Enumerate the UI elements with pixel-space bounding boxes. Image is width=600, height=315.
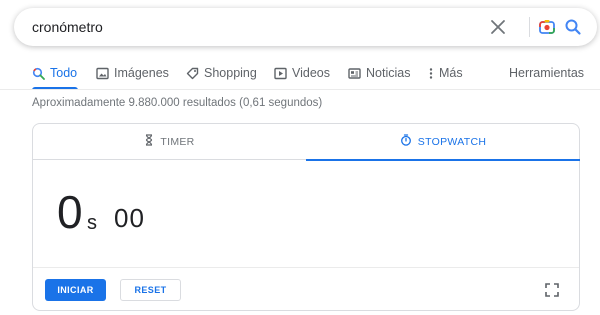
tab-videos[interactable]: Videos bbox=[274, 56, 330, 90]
tools-button[interactable]: Herramientas bbox=[509, 56, 584, 90]
search-bar-divider bbox=[529, 17, 530, 37]
fullscreen-icon[interactable] bbox=[543, 281, 561, 299]
camera-lens-icon[interactable] bbox=[537, 17, 557, 37]
tab-timer[interactable]: TIMER bbox=[33, 124, 306, 160]
tab-label: Todo bbox=[50, 66, 78, 80]
stopwatch-widget: TIMER STOPWATCH 0 s 00 INICIAR RESET bbox=[32, 123, 580, 311]
tab-label: Shopping bbox=[204, 66, 257, 80]
results-stats: Aproximadamente 9.880.000 resultados (0,… bbox=[32, 97, 323, 109]
stopwatch-icon bbox=[400, 134, 412, 149]
tab-label: Imágenes bbox=[114, 66, 169, 80]
play-icon bbox=[274, 67, 287, 80]
search-icon[interactable] bbox=[563, 17, 583, 37]
tag-icon bbox=[186, 67, 199, 80]
search-input[interactable] bbox=[32, 8, 472, 46]
search-tabs: Todo Imágenes Shopping Videos Noticias M… bbox=[0, 56, 600, 90]
tab-timer-label: TIMER bbox=[160, 135, 195, 148]
search-icon bbox=[32, 67, 45, 80]
start-button[interactable]: INICIAR bbox=[45, 279, 106, 301]
tab-stopwatch[interactable]: STOPWATCH bbox=[306, 124, 580, 161]
clear-icon[interactable] bbox=[488, 17, 508, 37]
tab-stopwatch-label: STOPWATCH bbox=[417, 135, 487, 148]
tab-noticias[interactable]: Noticias bbox=[348, 56, 410, 90]
image-icon bbox=[96, 67, 109, 80]
search-bar bbox=[14, 8, 597, 46]
seconds-value: 0 bbox=[57, 186, 83, 238]
tab-label: Noticias bbox=[366, 66, 411, 80]
hourglass-icon bbox=[144, 134, 154, 149]
tab-todo[interactable]: Todo bbox=[32, 56, 79, 90]
reset-button[interactable]: RESET bbox=[120, 279, 181, 301]
hundredths-value: 00 bbox=[114, 203, 145, 233]
news-icon bbox=[348, 67, 361, 80]
tabs-divider bbox=[0, 89, 600, 90]
tab-label: Videos bbox=[292, 66, 330, 80]
seconds-unit: s bbox=[87, 212, 97, 234]
widget-divider bbox=[33, 267, 579, 268]
more-vert-icon bbox=[428, 67, 434, 80]
tools-label: Herramientas bbox=[509, 66, 585, 80]
tab-mas[interactable]: Más bbox=[428, 56, 463, 90]
tab-shopping[interactable]: Shopping bbox=[186, 56, 257, 90]
tab-imagenes[interactable]: Imágenes bbox=[96, 56, 169, 90]
tab-label: Más bbox=[439, 66, 463, 80]
